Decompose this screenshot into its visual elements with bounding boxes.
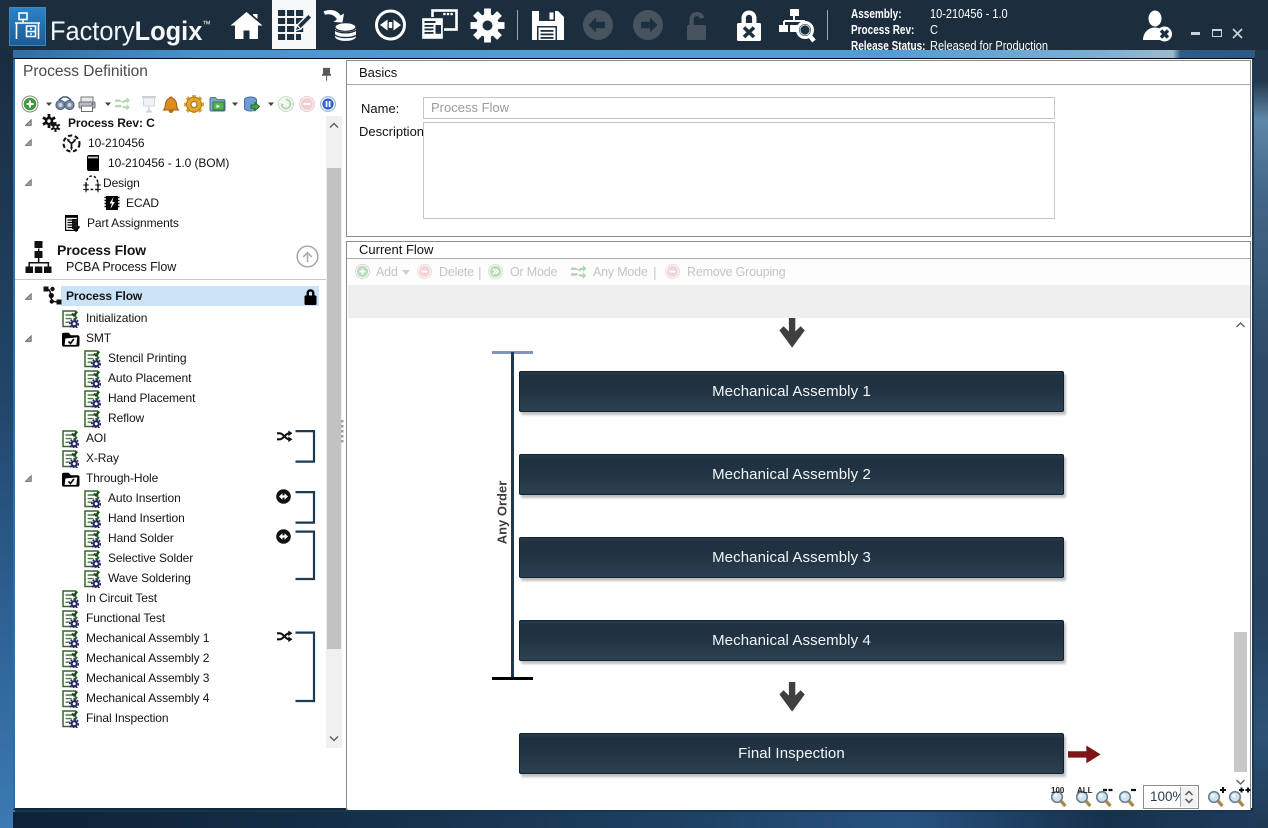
svg-text:ALL: ALL — [1077, 786, 1093, 795]
svg-text:100: 100 — [1051, 786, 1065, 795]
